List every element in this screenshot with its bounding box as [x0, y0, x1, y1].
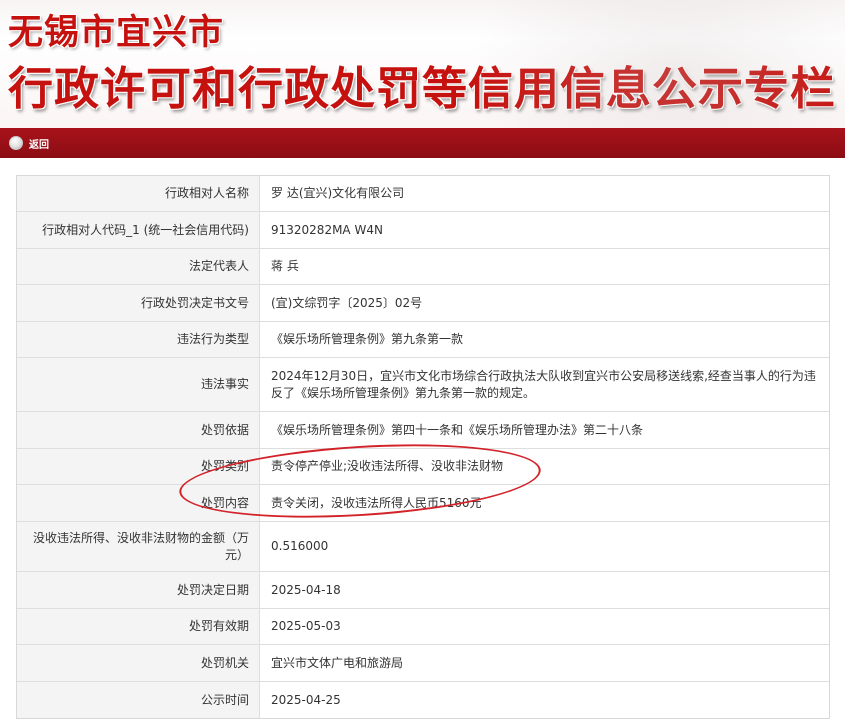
- field-label: 处罚依据: [17, 412, 260, 448]
- field-label: 公示时间: [17, 682, 260, 718]
- field-value: 蒋 兵: [260, 249, 829, 284]
- table-row: 公示时间 2025-04-25: [17, 682, 829, 718]
- field-label: 行政处罚决定书文号: [17, 285, 260, 321]
- record-table: 行政相对人名称 罗 达(宜兴)文化有限公司 行政相对人代码_1 (统一社会信用代…: [16, 175, 830, 719]
- field-value: 2025-05-03: [260, 609, 829, 644]
- field-label: 行政相对人名称: [17, 176, 260, 211]
- table-row: 处罚有效期 2025-05-03: [17, 609, 829, 645]
- table-row: 法定代表人 蒋 兵: [17, 249, 829, 285]
- field-label: 处罚机关: [17, 645, 260, 681]
- field-label: 处罚内容: [17, 485, 260, 521]
- field-label: 违法行为类型: [17, 322, 260, 357]
- field-label: 行政相对人代码_1 (统一社会信用代码): [17, 212, 260, 248]
- field-value: 2025-04-18: [260, 572, 829, 608]
- field-label: 处罚有效期: [17, 609, 260, 644]
- back-circle-icon: [9, 136, 23, 150]
- field-value: 罗 达(宜兴)文化有限公司: [260, 176, 829, 211]
- field-label: 没收违法所得、没收非法财物的金额（万元）: [17, 522, 260, 571]
- table-row: 处罚类别 责令停产停业;没收违法所得、没收非法财物: [17, 449, 829, 485]
- nav-bar: 返回: [0, 128, 845, 158]
- table-row: 没收违法所得、没收非法财物的金额（万元） 0.516000: [17, 522, 829, 572]
- header-banner: 无锡市宜兴市 行政许可和行政处罚等信用信息公示专栏: [0, 0, 845, 128]
- field-value: 91320282MA W4N: [260, 212, 829, 248]
- field-label: 处罚决定日期: [17, 572, 260, 608]
- page-title: 行政许可和行政处罚等信用信息公示专栏: [8, 62, 837, 115]
- table-row: 行政相对人名称 罗 达(宜兴)文化有限公司: [17, 176, 829, 212]
- table-row: 处罚内容 责令关闭，没收违法所得人民币5160元: [17, 485, 829, 522]
- field-value: 0.516000: [260, 522, 829, 571]
- field-value: 2025-04-25: [260, 682, 829, 718]
- table-row: 违法行为类型 《娱乐场所管理条例》第九条第一款: [17, 322, 829, 358]
- field-value: 责令关闭，没收违法所得人民币5160元: [260, 485, 829, 521]
- city-title: 无锡市宜兴市: [8, 13, 225, 53]
- table-row: 处罚依据 《娱乐场所管理条例》第四十一条和《娱乐场所管理办法》第二十八条: [17, 412, 829, 449]
- field-value: 责令停产停业;没收违法所得、没收非法财物: [260, 449, 829, 484]
- back-label: 返回: [29, 139, 49, 151]
- table-row: 处罚决定日期 2025-04-18: [17, 572, 829, 609]
- field-label: 法定代表人: [17, 249, 260, 284]
- field-value: 宜兴市文体广电和旅游局: [260, 645, 829, 681]
- table-row: 行政处罚决定书文号 (宜)文综罚字〔2025〕02号: [17, 285, 829, 322]
- table-row: 行政相对人代码_1 (统一社会信用代码) 91320282MA W4N: [17, 212, 829, 249]
- table-row: 处罚机关 宜兴市文体广电和旅游局: [17, 645, 829, 682]
- back-button[interactable]: 返回: [9, 136, 49, 151]
- field-value: 《娱乐场所管理条例》第九条第一款: [260, 322, 829, 357]
- field-value: 《娱乐场所管理条例》第四十一条和《娱乐场所管理办法》第二十八条: [260, 412, 829, 448]
- field-label: 处罚类别: [17, 449, 260, 484]
- table-row: 违法事实 2024年12月30日，宜兴市文化市场综合行政执法大队收到宜兴市公安局…: [17, 358, 829, 412]
- field-value: 2024年12月30日，宜兴市文化市场综合行政执法大队收到宜兴市公安局移送线索,…: [260, 358, 829, 411]
- field-label: 违法事实: [17, 358, 260, 411]
- field-value: (宜)文综罚字〔2025〕02号: [260, 285, 829, 321]
